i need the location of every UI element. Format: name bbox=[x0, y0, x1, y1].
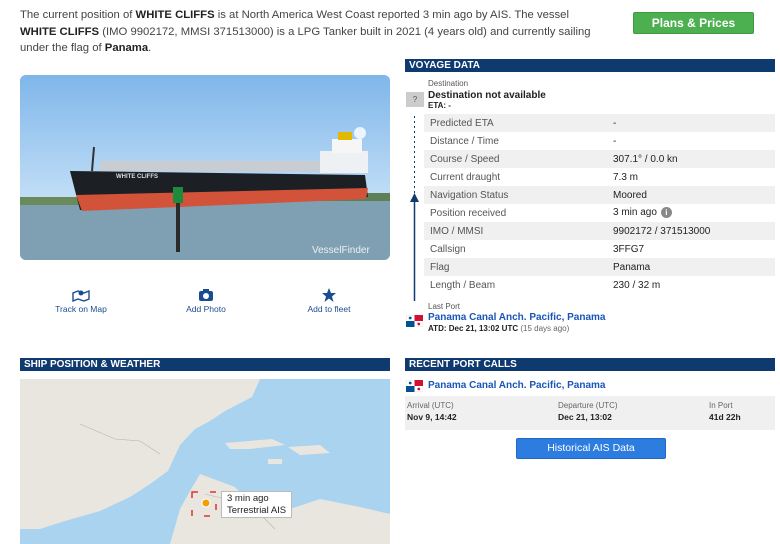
arrival-value: Nov 9, 14:42 bbox=[407, 412, 457, 422]
voyage-row: Length / Beam 230 / 32 m bbox=[424, 276, 775, 294]
last-port-label: Last Port bbox=[428, 302, 461, 311]
voyage-row-label: Length / Beam bbox=[430, 279, 496, 291]
voyage-row: Navigation Status Moored bbox=[424, 186, 775, 204]
atd-ago: (15 days ago) bbox=[520, 324, 570, 333]
track-on-map-label: Track on Map bbox=[55, 304, 107, 314]
tooltip-source: Terrestrial AIS bbox=[227, 504, 287, 516]
voyage-row: Position received 3 min ago i bbox=[424, 204, 775, 222]
voyage-row-value: 7.3 m bbox=[613, 171, 639, 183]
voyage-data-table: Predicted ETA - Distance / Time - Course / S… bbox=[424, 114, 775, 294]
panama-flag-icon bbox=[406, 380, 423, 392]
add-to-fleet-label: Add to fleet bbox=[307, 304, 351, 314]
camera-icon bbox=[199, 289, 213, 301]
voyage-row-label: Current draught bbox=[430, 171, 501, 183]
destination-label: Destination bbox=[428, 79, 469, 88]
voyage-row: Predicted ETA - bbox=[424, 114, 775, 132]
voyage-row-value: - bbox=[613, 117, 617, 129]
in-port-label: In Port bbox=[709, 401, 733, 410]
star-icon bbox=[322, 288, 336, 302]
in-port-value: 41d 22h bbox=[709, 412, 741, 422]
map-pin-icon bbox=[72, 289, 90, 302]
voyage-row-value: 9902172 / 371513000 bbox=[613, 225, 711, 237]
voyage-row-label: Distance / Time bbox=[430, 135, 499, 147]
plans-prices-button[interactable]: Plans & Prices bbox=[633, 12, 754, 34]
question-mark-icon: ? bbox=[406, 92, 424, 107]
vessel-intro-text: The current position of WHITE CLIFFS is … bbox=[20, 7, 600, 57]
voyage-row-value: Panama bbox=[613, 261, 651, 273]
voyage-row-value: Moored bbox=[613, 189, 647, 201]
arrival-label: Arrival (UTC) bbox=[407, 401, 454, 410]
voyage-row: Flag Panama bbox=[424, 258, 775, 276]
voyage-row: IMO / MMSI 9902172 / 371513000 bbox=[424, 222, 775, 240]
voyage-data-header: VOYAGE DATA bbox=[405, 59, 775, 72]
departure-label: Departure (UTC) bbox=[558, 401, 618, 410]
photo-watermark: VesselFinder bbox=[312, 245, 370, 256]
voyage-row: Distance / Time - bbox=[424, 132, 775, 150]
ship-position-map[interactable]: 3 min ago Terrestrial AIS bbox=[20, 379, 390, 544]
recent-port-link[interactable]: Panama Canal Anch. Pacific, Panama bbox=[428, 380, 605, 391]
ship-position-header: SHIP POSITION & WEATHER bbox=[20, 358, 390, 371]
ship-photo-illustration bbox=[20, 75, 390, 260]
voyage-row-label: IMO / MMSI bbox=[430, 225, 484, 237]
vessel-name-2: WHITE CLIFFS bbox=[20, 25, 100, 38]
voyage-row-value: 307.1° / 0.0 kn bbox=[613, 153, 678, 165]
vessel-flag-name: Panama bbox=[104, 42, 149, 54]
add-photo-label: Add Photo bbox=[186, 304, 226, 314]
track-on-map-button[interactable]: Track on Map bbox=[36, 288, 126, 314]
ship-name-on-hull: WHITE CLIFFS bbox=[116, 174, 158, 180]
voyage-row-label: Flag bbox=[430, 261, 450, 273]
voyage-row-value: 3FFG7 bbox=[613, 243, 645, 255]
vessel-name-1: WHITE CLIFFS bbox=[135, 9, 215, 21]
panama-flag-icon bbox=[406, 315, 423, 327]
vessel-photo[interactable]: WHITE CLIFFS VesselFinder bbox=[20, 75, 390, 260]
voyage-row-label: Navigation Status bbox=[430, 189, 509, 201]
recent-port-calls-header: RECENT PORT CALLS bbox=[405, 358, 775, 371]
voyage-row: Callsign 3FFG7 bbox=[424, 240, 775, 258]
voyage-row: Current draught 7.3 m bbox=[424, 168, 775, 186]
voyage-row-value: - bbox=[613, 135, 617, 147]
info-icon[interactable]: i bbox=[660, 207, 672, 219]
ship-arrow-icon bbox=[410, 193, 419, 202]
intro-text-1: The current position of bbox=[20, 9, 136, 21]
voyage-row-label: Predicted ETA bbox=[430, 117, 494, 129]
voyage-timeline-line bbox=[413, 116, 416, 301]
add-photo-button[interactable]: Add Photo bbox=[161, 288, 251, 314]
add-to-fleet-button[interactable]: Add to fleet bbox=[284, 288, 374, 314]
voyage-row: Course / Speed 307.1° / 0.0 kn bbox=[424, 150, 775, 168]
map-illustration bbox=[20, 379, 390, 544]
eta-value: ETA: - bbox=[428, 101, 451, 110]
voyage-row-label: Position received bbox=[430, 207, 507, 219]
atd-value: ATD: Dec 21, 13:02 UTC bbox=[428, 324, 519, 333]
voyage-row-value: 3 min ago i bbox=[603, 204, 775, 222]
last-port-link[interactable]: Panama Canal Anch. Pacific, Panama bbox=[428, 312, 605, 323]
map-position-tooltip: 3 min ago Terrestrial AIS bbox=[221, 491, 293, 518]
voyage-row-label: Course / Speed bbox=[430, 153, 500, 165]
voyage-row-label: Callsign bbox=[430, 243, 466, 255]
departure-value: Dec 21, 13:02 bbox=[558, 412, 612, 422]
historical-ais-data-button[interactable]: Historical AIS Data bbox=[516, 438, 666, 459]
intro-text-4: . bbox=[148, 42, 152, 54]
intro-text-2: is at North America West Coast reported … bbox=[214, 9, 569, 21]
tooltip-time: 3 min ago bbox=[227, 493, 269, 504]
voyage-row-value: 230 / 32 m bbox=[613, 279, 661, 291]
destination-value: Destination not available bbox=[428, 90, 546, 101]
atd-line: ATD: Dec 21, 13:02 UTC (15 days ago) bbox=[428, 324, 569, 333]
